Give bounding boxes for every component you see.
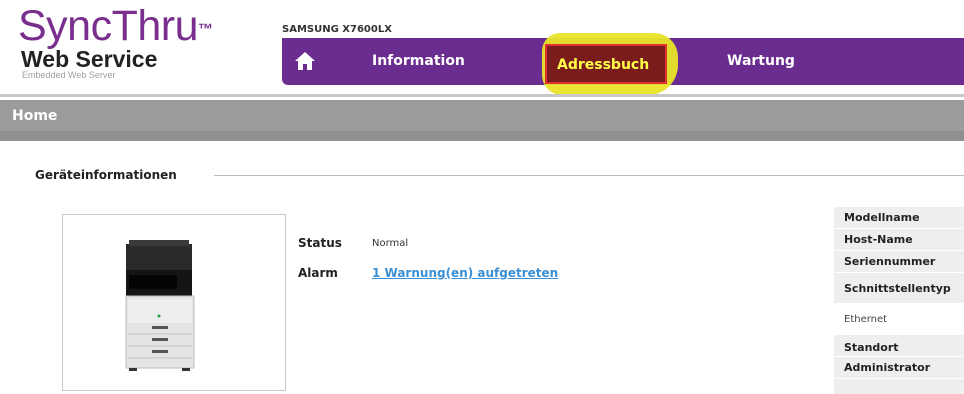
device-info-panel: Modellname Host-Name Seriennummer Schnit… (834, 207, 964, 394)
alarm-warning-link[interactable]: 1 Warnung(en) aufgetreten (372, 266, 558, 280)
nav-tab-wartung[interactable]: Wartung (727, 53, 795, 69)
nav-tab-information[interactable]: Information (372, 53, 465, 69)
status-label: Status (298, 236, 342, 250)
page-header-band: Home (0, 100, 964, 141)
nav-tab-adressbuch-box[interactable]: Adressbuch (545, 44, 667, 84)
info-modellname: Modellname (834, 207, 964, 229)
info-ethernet: Ethernet (834, 304, 964, 335)
page-title: Home (12, 108, 58, 124)
page-header-inner: Home (0, 100, 964, 131)
home-icon[interactable] (292, 48, 318, 74)
trademark-symbol: ™ (198, 21, 213, 38)
printer-icon (125, 240, 195, 371)
logo-subtitle: Web Service (21, 46, 158, 72)
header-divider (0, 94, 964, 97)
alarm-label: Alarm (298, 266, 338, 280)
info-schnittstellentyp: Schnittstellentyp (834, 273, 964, 304)
device-image-frame (62, 214, 286, 391)
status-value: Normal (372, 238, 409, 249)
info-administrator: Administrator (834, 357, 964, 379)
info-host-name: Host-Name (834, 229, 964, 251)
info-seriennummer: Seriennummer (834, 251, 964, 273)
info-standort: Standort (834, 335, 964, 357)
nav-tab-adressbuch[interactable]: Adressbuch (557, 57, 649, 73)
logo-title: SyncThru™ (18, 2, 213, 50)
printer-model: SAMSUNG X7600LX (282, 24, 392, 35)
section-divider (214, 175, 964, 176)
syncthru-logo: SyncThru™ Web Service Embedded Web Serve… (18, 4, 258, 80)
section-title: Geräteinformationen (35, 168, 177, 182)
